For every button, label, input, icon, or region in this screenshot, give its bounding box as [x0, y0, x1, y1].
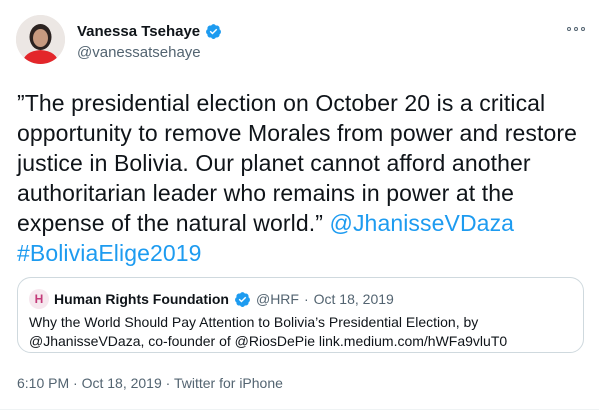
- quoted-date: Oct 18, 2019: [313, 291, 394, 307]
- footer-separator: ·: [73, 375, 78, 391]
- quoted-author-name: Human Rights Foundation: [54, 291, 229, 307]
- author-name[interactable]: Vanessa Tsehaye: [77, 23, 200, 40]
- tweet-source[interactable]: Twitter for iPhone: [174, 375, 283, 391]
- quoted-text: Why the World Should Pay Attention to Bo…: [29, 314, 508, 349]
- tweet-text: ”The presidential election on October 20…: [17, 88, 587, 268]
- tweet-time[interactable]: 6:10 PM: [17, 375, 69, 391]
- divider: [0, 409, 599, 410]
- more-options-icon[interactable]: [567, 27, 585, 31]
- quoted-handle: @HRF: [255, 291, 299, 307]
- avatar-image: [16, 15, 65, 64]
- author-handle[interactable]: @vanessatsehaye: [77, 44, 201, 61]
- quoted-avatar: H: [29, 289, 49, 309]
- author-avatar[interactable]: [16, 15, 65, 64]
- footer-separator: ·: [165, 375, 171, 391]
- quoted-tweet[interactable]: H Human Rights Foundation @HRF · Oct 18,…: [17, 277, 584, 353]
- tweet-footer: 6:10 PM · Oct 18, 2019 · Twitter for iPh…: [17, 375, 283, 391]
- quoted-separator: ·: [303, 291, 309, 307]
- verified-badge-icon: [206, 24, 222, 39]
- hashtag-link[interactable]: #BoliviaElige2019: [17, 240, 202, 266]
- mention-link[interactable]: @JhanisseVDaza: [330, 210, 515, 236]
- quoted-header: H Human Rights Foundation @HRF · Oct 18,…: [29, 289, 394, 309]
- verified-badge-icon: [235, 291, 250, 307]
- author-name-row: Vanessa Tsehaye: [77, 23, 222, 40]
- tweet-date[interactable]: Oct 18, 2019: [82, 375, 162, 391]
- tweet-card: Vanessa Tsehaye @vanessatsehaye ”The pre…: [0, 0, 599, 413]
